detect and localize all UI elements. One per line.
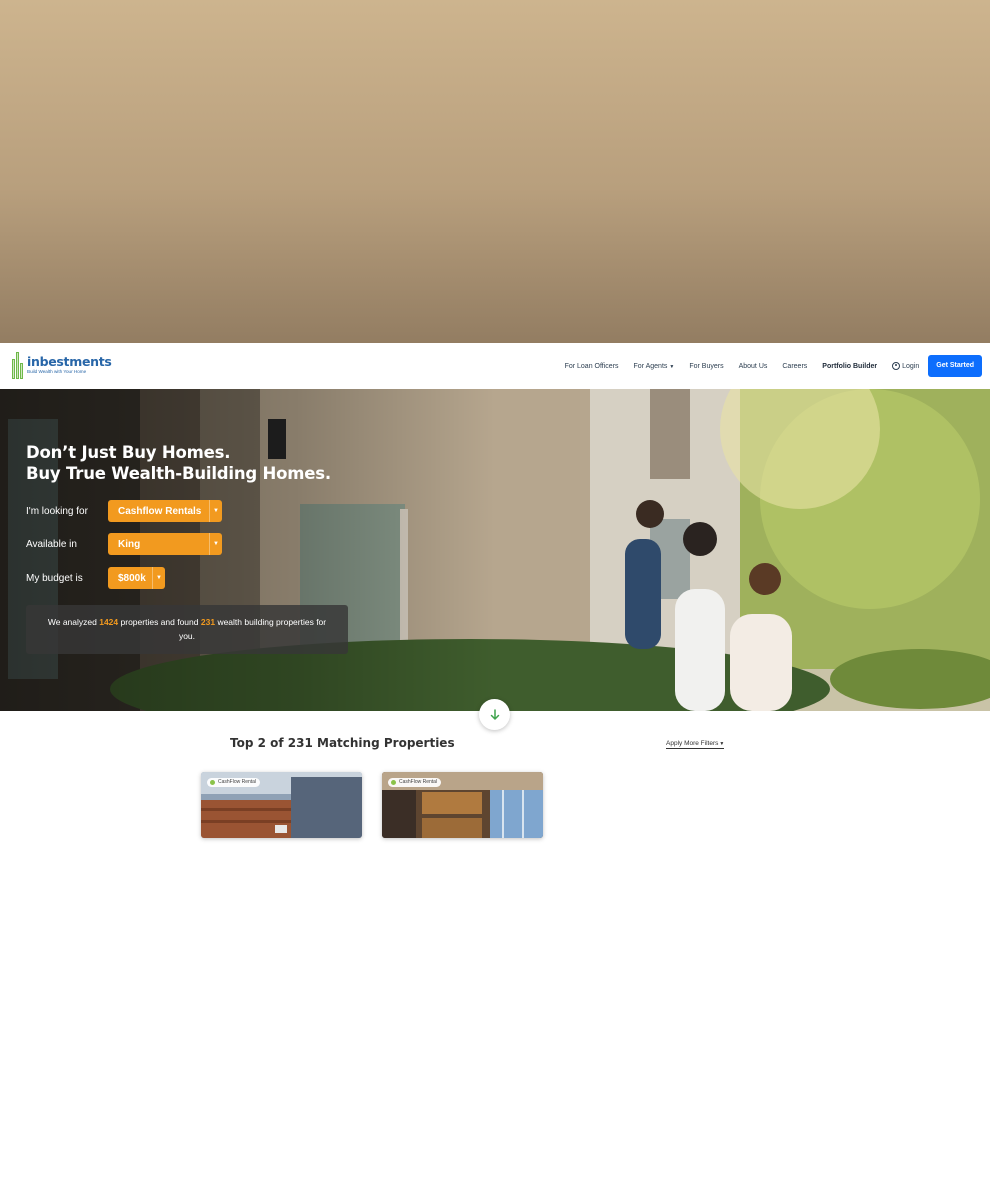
- nav-loan-officers[interactable]: For Loan Officers: [565, 363, 619, 370]
- caret-down-icon: ▼: [719, 741, 725, 747]
- hero-headline: Don’t Just Buy Homes. Buy True Wealth-Bu…: [26, 442, 331, 484]
- filter-row-budget: My budget is $800k ▼: [26, 567, 165, 589]
- chevron-down-icon: ▼: [209, 533, 222, 555]
- nav-login-label: Login: [902, 362, 920, 370]
- budget-dropdown[interactable]: $800k ▼: [108, 567, 165, 589]
- found-count: 231: [200, 617, 216, 627]
- property-type-dropdown[interactable]: Cashflow Rentals ▼: [108, 500, 222, 522]
- cashflow-rental-badge: CashFlow Rental: [207, 778, 261, 787]
- scroll-down-button[interactable]: [479, 699, 510, 730]
- get-started-button[interactable]: Get Started: [928, 355, 982, 377]
- nav-agents[interactable]: For Agents ▼: [634, 363, 675, 370]
- summary-middle: properties and found: [120, 617, 199, 627]
- filter-label-looking-for: I'm looking for: [26, 505, 88, 517]
- top-background-band: [0, 0, 990, 343]
- property-card[interactable]: CashFlow Rental: [382, 772, 543, 838]
- property-card[interactable]: CashFlow Rental: [201, 772, 362, 838]
- nav-portfolio-builder[interactable]: Portfolio Builder: [822, 363, 877, 370]
- logo-tagline: Build Wealth with Your Home: [27, 369, 87, 375]
- nav-login[interactable]: Login: [892, 362, 919, 370]
- nav-about-us[interactable]: About Us: [739, 363, 768, 370]
- apply-more-filters-label: Apply More Filters: [666, 740, 719, 747]
- analysis-summary: We analyzed 1424 properties and found 23…: [26, 605, 348, 654]
- location-dropdown[interactable]: King ▼: [108, 533, 222, 555]
- filter-label-location: Available in: [26, 538, 77, 550]
- main-nav: For Loan Officers For Agents ▼ For Buyers…: [550, 355, 982, 377]
- apply-more-filters-link[interactable]: Apply More Filters▼: [666, 740, 725, 749]
- filter-row-looking-for: I'm looking for Cashflow Rentals ▼: [26, 500, 222, 522]
- logo-name: inbestments: [27, 353, 112, 369]
- nav-agents-label: For Agents: [633, 362, 668, 370]
- site-logo[interactable]: inbestments Build Wealth with Your Home: [12, 352, 112, 379]
- user-circle-icon: [892, 362, 901, 370]
- chevron-down-icon: ▼: [669, 363, 675, 370]
- hero-headline-line-1: Don’t Just Buy Homes.: [26, 443, 231, 462]
- location-value: King: [118, 538, 141, 550]
- summary-prefix: We analyzed: [47, 617, 97, 627]
- nav-buyers[interactable]: For Buyers: [689, 363, 723, 370]
- chevron-down-icon: ▼: [209, 500, 222, 522]
- cashflow-rental-badge: CashFlow Rental: [388, 778, 442, 787]
- arrow-down-icon: [490, 708, 499, 720]
- chevron-down-icon: ▼: [152, 567, 165, 589]
- logo-buildings-icon: [12, 352, 25, 379]
- filter-row-location: Available in King ▼: [26, 533, 222, 555]
- hero-headline-line-2: Buy True Wealth-Building Homes.: [26, 464, 331, 483]
- site-header: inbestments Build Wealth with Your Home …: [0, 343, 990, 389]
- filter-label-budget: My budget is: [26, 572, 83, 584]
- results-title: Top 2 of 231 Matching Properties: [230, 736, 455, 750]
- property-type-value: Cashflow Rentals: [118, 505, 202, 517]
- hero-section: Don’t Just Buy Homes. Buy True Wealth-Bu…: [0, 389, 990, 711]
- budget-value: $800k: [118, 572, 146, 584]
- analyzed-count: 1424: [99, 617, 119, 627]
- nav-careers[interactable]: Careers: [782, 363, 807, 370]
